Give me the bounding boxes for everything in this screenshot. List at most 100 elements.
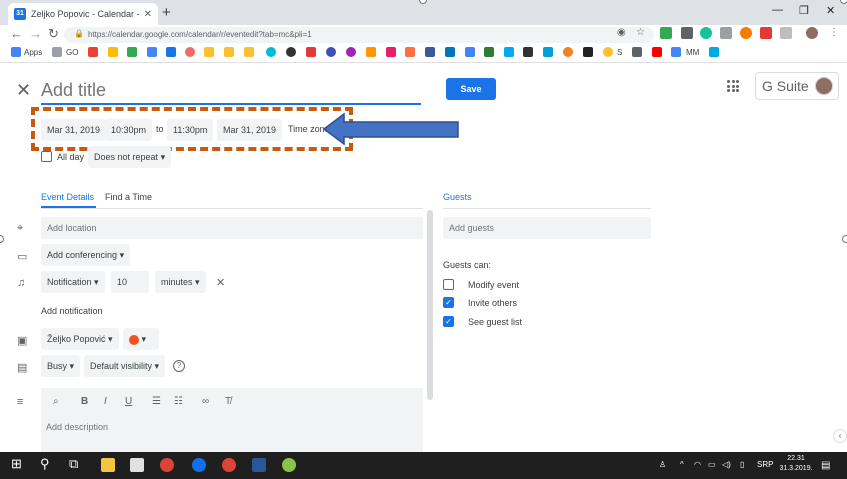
bookmark-icon[interactable] [405, 47, 415, 57]
bookmark-icon[interactable] [346, 47, 356, 57]
battery-icon[interactable]: ▯ [740, 460, 744, 469]
extension-icon[interactable] [660, 27, 672, 39]
bookmark-icon[interactable] [366, 47, 376, 57]
teamviewer-icon[interactable] [192, 458, 206, 472]
bookmark-icon[interactable] [563, 47, 573, 57]
close-window-icon[interactable]: ✕ [826, 4, 835, 17]
remove-notification-icon[interactable]: ✕ [216, 276, 225, 289]
add-notification-link[interactable]: Add notification [41, 306, 103, 316]
tray-chevron-icon[interactable]: ^ [680, 460, 684, 469]
bookmark-icon[interactable] [671, 47, 681, 57]
extension-icon[interactable] [720, 27, 732, 39]
repeat-dropdown[interactable]: Does not repeat ▾ [88, 146, 172, 168]
clock[interactable]: 22.31 31.3.2019. [776, 454, 816, 474]
chrome-active-icon[interactable] [222, 458, 236, 472]
new-tab-icon[interactable]: + [162, 4, 171, 21]
grammarly-icon[interactable] [700, 27, 712, 39]
notion-icon[interactable] [583, 47, 593, 57]
page-icon[interactable] [52, 47, 62, 57]
chevron-left-icon[interactable]: ‹ [833, 429, 847, 443]
wifi-icon[interactable]: ◠ [694, 460, 701, 469]
chrome-icon[interactable] [160, 458, 174, 472]
extension-icon[interactable] [681, 27, 693, 39]
minimize-icon[interactable]: — [772, 4, 783, 16]
browser-tab[interactable]: 31 Zeljko Popovic - Calendar - Event ✕ [8, 3, 158, 25]
bookmark-icon[interactable] [326, 47, 336, 57]
guests-input[interactable]: Add guests [443, 217, 651, 239]
attachment-icon[interactable]: ⌕ [53, 396, 59, 407]
notification-value-input[interactable]: 10 [111, 271, 149, 293]
people-icon[interactable]: ♙ [659, 460, 666, 469]
bookmark-mm[interactable]: MM [686, 48, 699, 57]
location-input[interactable]: Add location [41, 217, 423, 239]
bookmark-icon[interactable] [266, 47, 276, 57]
modify-event-checkbox[interactable] [443, 279, 454, 290]
bookmark-icon[interactable] [244, 47, 254, 57]
keep-icon[interactable] [108, 47, 118, 57]
volume-icon[interactable]: ◁) [722, 460, 731, 469]
amazon-icon[interactable] [523, 47, 533, 57]
notifications-icon[interactable]: ▤ [821, 460, 830, 471]
italic-icon[interactable]: I [104, 396, 107, 407]
google-apps-icon[interactable] [727, 80, 739, 92]
extension-icon[interactable] [760, 27, 772, 39]
busy-dropdown[interactable]: Busy ▾ [41, 355, 81, 377]
bookmark-s[interactable]: S [617, 48, 622, 57]
bookmark-icon[interactable] [386, 47, 396, 57]
file-explorer-icon[interactable] [101, 458, 115, 472]
help-icon[interactable]: ? [173, 360, 185, 372]
tab-event-details[interactable]: Event Details [41, 192, 94, 202]
calendar-icon[interactable] [166, 47, 176, 57]
bookmark-icon[interactable] [504, 47, 514, 57]
bookmark-icon[interactable] [306, 47, 316, 57]
event-color-dropdown[interactable]: ▾ [123, 328, 159, 350]
tab-find-a-time[interactable]: Find a Time [105, 192, 152, 202]
bookmark-icon[interactable] [286, 47, 296, 57]
eye-icon[interactable]: ◉ [617, 27, 626, 38]
close-tab-icon[interactable]: ✕ [144, 9, 152, 20]
asana-icon[interactable] [185, 47, 195, 57]
notification-unit-dropdown[interactable]: minutes ▾ [155, 271, 206, 293]
link-icon[interactable]: ∞ [202, 396, 209, 407]
all-day-checkbox[interactable] [41, 151, 52, 162]
bulleted-list-icon[interactable]: ☷ [174, 396, 183, 407]
conferencing-dropdown[interactable]: Add conferencing ▾ [41, 244, 131, 266]
back-icon[interactable]: ← [10, 26, 23, 41]
close-icon[interactable]: ✕ [16, 80, 31, 101]
bold-icon[interactable]: B [81, 396, 88, 407]
forward-icon[interactable]: → [29, 26, 42, 41]
description-input[interactable]: Add description [41, 416, 423, 452]
network-icon[interactable]: ▭ [708, 460, 716, 469]
save-button[interactable]: Save [446, 78, 496, 100]
youtube-icon[interactable] [652, 47, 662, 57]
calendar-owner-dropdown[interactable]: Željko Popović ▾ [41, 328, 119, 350]
invite-others-checkbox[interactable]: ✓ [443, 297, 454, 308]
docs-icon[interactable] [147, 47, 157, 57]
numbered-list-icon[interactable]: ☰ [152, 396, 161, 407]
drive-icon[interactable] [127, 47, 137, 57]
language-indicator[interactable]: SRP [757, 460, 773, 469]
profile-avatar[interactable] [806, 27, 818, 39]
bookmark-icon[interactable] [709, 47, 719, 57]
gsuite-account[interactable]: G Suite [755, 72, 839, 100]
bookmark-icon[interactable] [465, 47, 475, 57]
bookmark-icon[interactable] [632, 47, 642, 57]
address-bar[interactable]: https://calendar.google.com/calendar/r/e… [64, 27, 654, 43]
scrollbar[interactable] [427, 210, 433, 400]
underline-icon[interactable]: U [125, 396, 132, 407]
search-icon[interactable]: ⚲ [40, 456, 50, 472]
bookmark-apps[interactable]: Apps [24, 48, 42, 57]
app-icon[interactable] [282, 458, 296, 472]
title-input[interactable] [41, 77, 421, 105]
word-icon[interactable] [252, 458, 266, 472]
linkedin-icon[interactable] [445, 47, 455, 57]
gmail-icon[interactable] [88, 47, 98, 57]
see-guest-list-checkbox[interactable]: ✓ [443, 316, 454, 327]
check-icon[interactable] [484, 47, 494, 57]
extension-icon[interactable] [780, 27, 792, 39]
task-view-icon[interactable]: ⧉ [69, 456, 78, 472]
apps-icon[interactable] [11, 47, 21, 57]
bookmark-icon[interactable] [224, 47, 234, 57]
reload-icon[interactable]: ↻ [48, 26, 59, 42]
bookmark-icon[interactable] [204, 47, 214, 57]
